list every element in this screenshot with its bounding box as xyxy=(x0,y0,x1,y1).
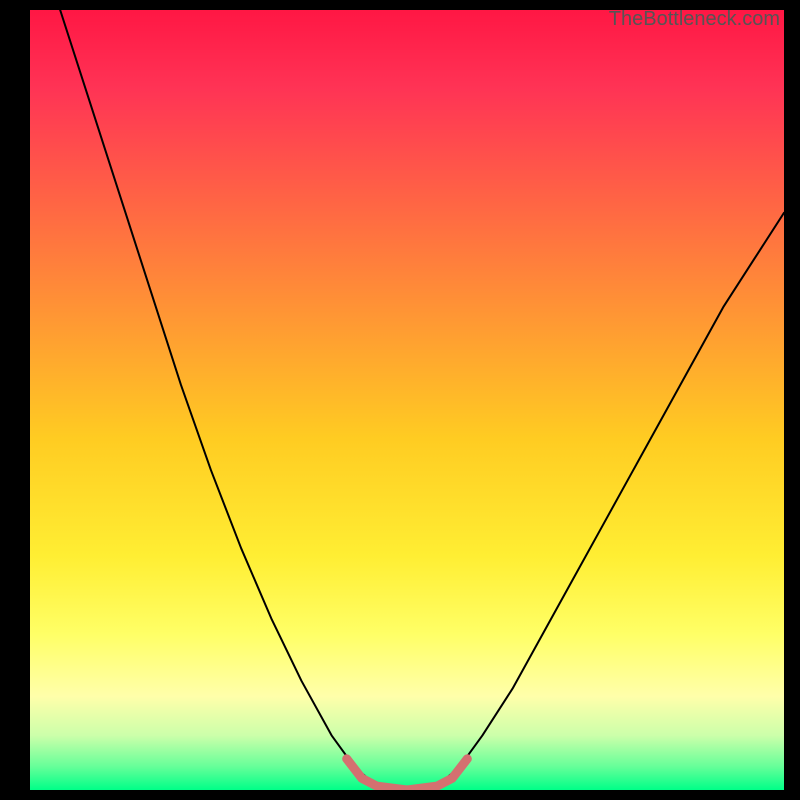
series-curve xyxy=(60,10,784,790)
chart-canvas: TheBottleneck.com xyxy=(0,0,800,800)
plot-area xyxy=(30,10,784,790)
chart-curves xyxy=(30,10,784,790)
watermark-text: TheBottleneck.com xyxy=(609,8,780,31)
